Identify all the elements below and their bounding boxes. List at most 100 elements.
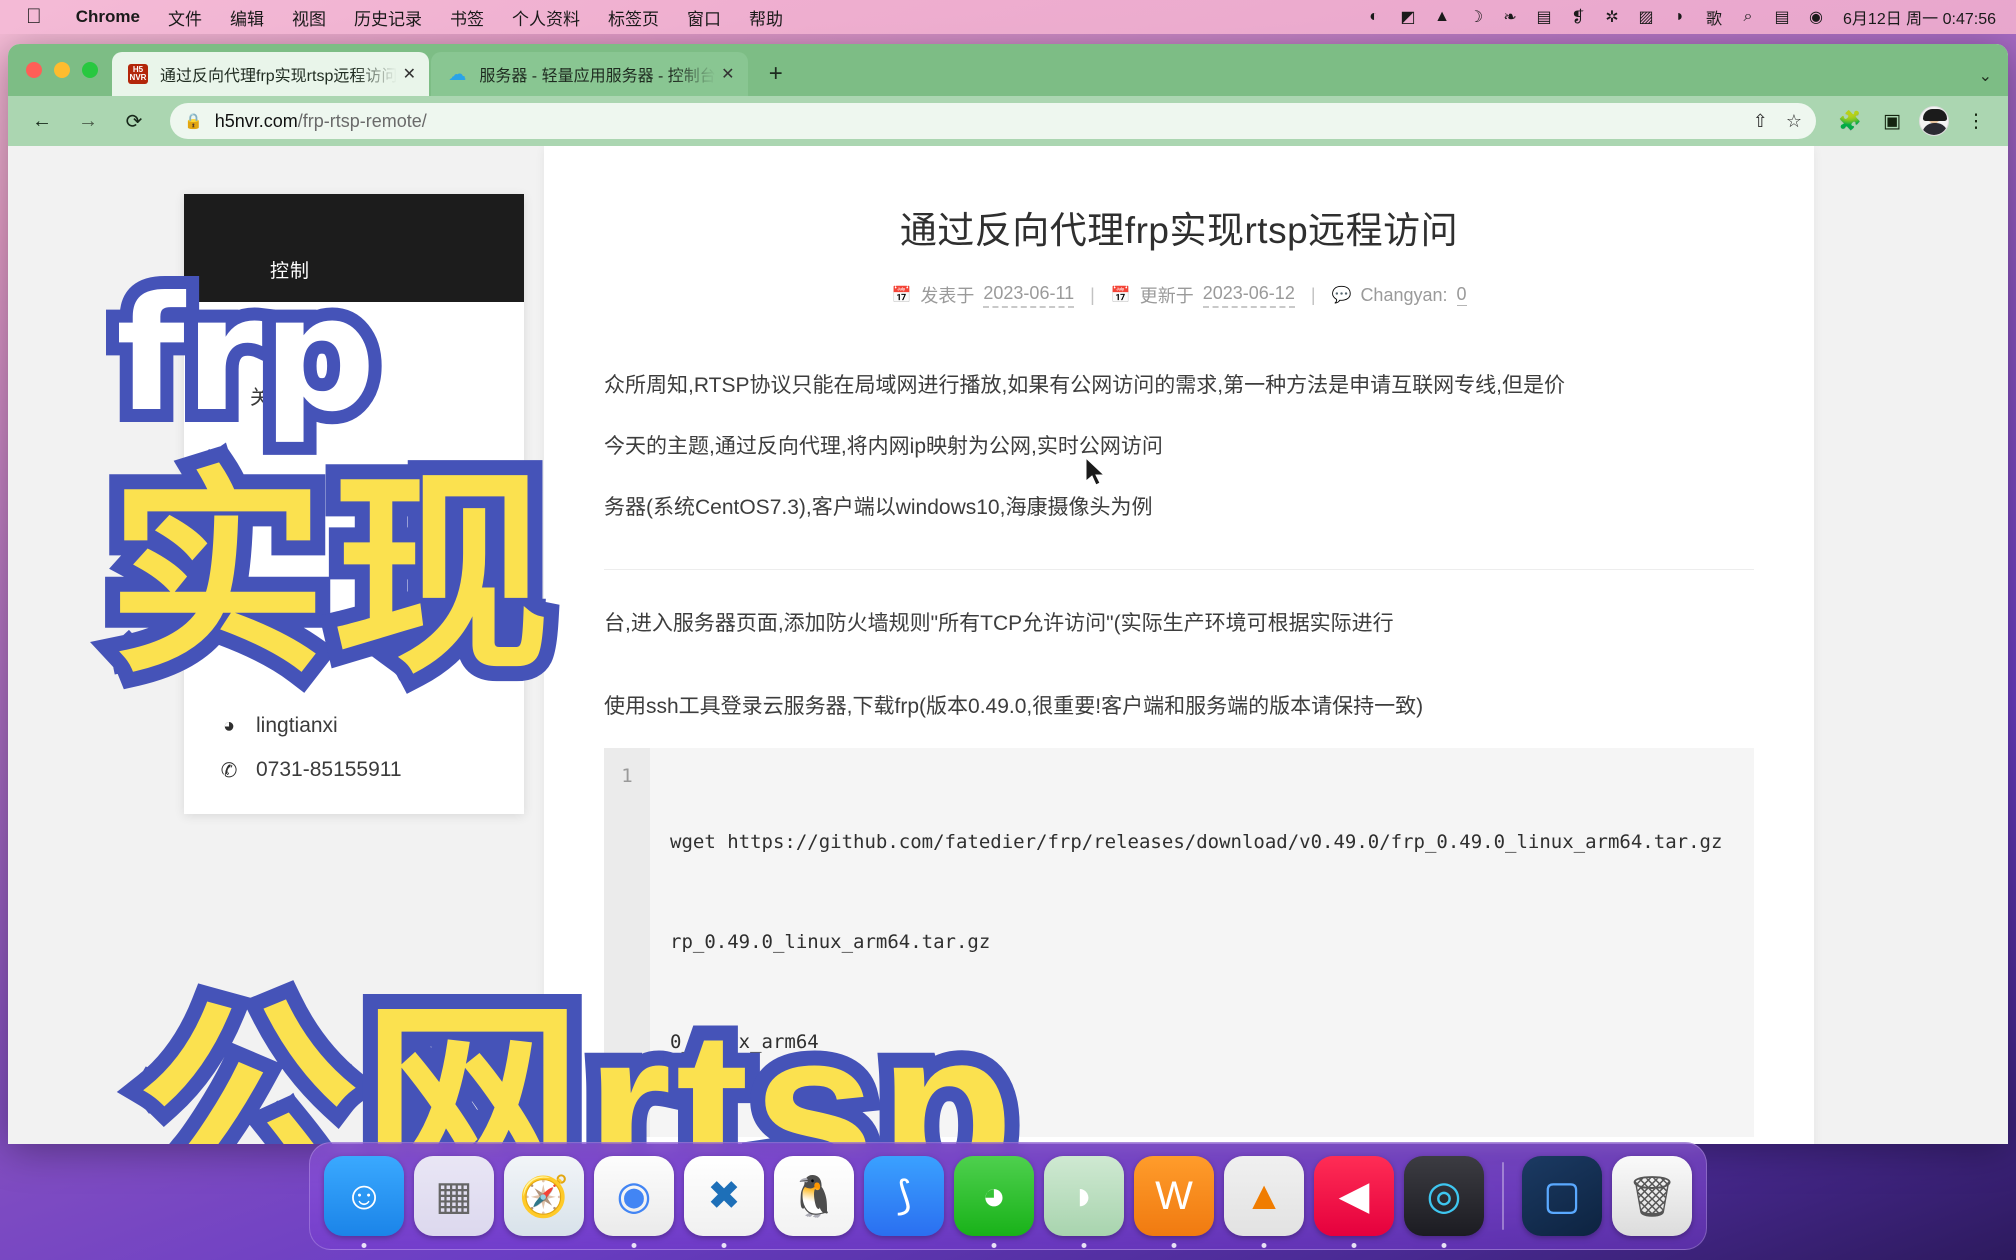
chrome-menu-icon[interactable]: ⋮	[1958, 101, 1994, 141]
extensions-icon[interactable]: 🧩	[1832, 101, 1868, 141]
meta-comments[interactable]: 💬 Changyan: 0	[1332, 284, 1467, 306]
sidebar-item-about[interactable]: ● 关于	[212, 370, 524, 420]
siri-icon[interactable]: ◉	[1799, 4, 1833, 30]
maximize-window-button[interactable]	[82, 62, 98, 78]
wechat-icon: ◕	[222, 714, 236, 737]
dock-item-vase-app[interactable]: ◗	[1044, 1156, 1124, 1248]
url-path: /frp-rtsp-remote/	[297, 110, 427, 131]
new-tab-button[interactable]: +	[758, 56, 794, 92]
dock-item-finder[interactable]: ☺	[324, 1156, 404, 1248]
menu-item-chrome[interactable]: Chrome	[62, 7, 154, 27]
feishu-icon: ⟆	[864, 1156, 944, 1236]
menu-item-view[interactable]: 视图	[278, 5, 340, 30]
menu-item-bookmarks[interactable]: 书签	[436, 5, 498, 30]
vlc-icon[interactable]: ▲	[1425, 4, 1459, 30]
running-dot	[631, 1243, 637, 1248]
dock-item-chrome[interactable]: ◉	[594, 1156, 674, 1248]
menu-item-help[interactable]: 帮助	[735, 5, 797, 30]
dock-item-qq[interactable]: 🐧	[774, 1156, 854, 1236]
address-bar[interactable]: 🔒 h5nvr.com/frp-rtsp-remote/ ⇧ ☆	[170, 103, 1816, 139]
sidebar-banner-text: 控制	[270, 261, 311, 282]
profile-avatar[interactable]	[1916, 101, 1952, 141]
menu-item-edit[interactable]: 编辑	[216, 5, 278, 30]
dock-item-windows-vm[interactable]: ▢	[1522, 1156, 1602, 1236]
browser-tab-2-title: 服务器 - 轻量应用服务器 - 控制台	[479, 68, 716, 85]
meta-updated: 📅 更新于 2023-06-12	[1111, 282, 1295, 308]
dock-item-wechat[interactable]: ◕	[954, 1156, 1034, 1248]
browser-tab-strip: H5 NVR 通过反向代理frp实现rtsp远程访问 ✕ ☁ 服务器 - 轻量应…	[8, 44, 2008, 96]
utensils-icon[interactable]: ❡	[1561, 4, 1595, 30]
dock-item-safari[interactable]: 🧭	[504, 1156, 584, 1236]
dock-item-quicktime[interactable]: ◎	[1404, 1156, 1484, 1248]
music-icon[interactable]: 歌	[1697, 4, 1731, 30]
menu-item-tabs[interactable]: 标签页	[594, 5, 673, 30]
battery-charging-icon[interactable]: ▨	[1629, 4, 1663, 30]
screen-icon[interactable]: ▤	[1527, 4, 1561, 30]
site-lock-icon[interactable]: 🔒	[184, 112, 203, 130]
dock-item-vscode[interactable]: ✖	[684, 1156, 764, 1248]
bookmark-star-icon[interactable]: ☆	[1786, 111, 1802, 132]
menu-bar-clock[interactable]: 6月12日 周一 0:47:56	[1833, 5, 2002, 29]
sublime-text-icon: W	[1134, 1156, 1214, 1236]
wechat-icon[interactable]: ❧	[1493, 4, 1527, 30]
meta-published-date: 2023-06-11	[983, 283, 1075, 308]
dock-item-mail[interactable]: ◀	[1314, 1156, 1394, 1248]
article-paragraph-1: 众所周知,RTSP协议只能在局域网进行播放,如果有公网访问的需求,第一种方法是申…	[604, 374, 1565, 397]
article-paragraph-4: 台,进入服务器页面,添加防火墙规则"所有TCP允许访问"(实际生产环境可根据实际…	[604, 611, 1394, 635]
close-tab-1-icon[interactable]: ✕	[397, 62, 421, 86]
back-button[interactable]: ←	[22, 101, 62, 141]
browser-tab-1[interactable]: H5 NVR 通过反向代理frp实现rtsp远程访问 ✕	[112, 52, 430, 96]
dock-item-feishu[interactable]: ⟆	[864, 1156, 944, 1236]
mac-dock: ☺ ▦ 🧭 ◉ ✖ 🐧 ⟆ ◕ ◗ W ▲ ◀ ◎ ▢ 🗑	[309, 1142, 1707, 1250]
dock-item-vlc[interactable]: ▲	[1224, 1156, 1304, 1248]
dock-item-launchpad[interactable]: ▦	[414, 1156, 494, 1236]
browser-tab-2[interactable]: ☁ 服务器 - 轻量应用服务器 - 控制台 ✕	[431, 52, 748, 96]
sidebar-item-home[interactable]: ⌂ 首页	[212, 320, 524, 370]
contact-phone-label: 0731-85155911	[256, 758, 402, 781]
code-content: wget https://github.com/fatedier/frp/rel…	[650, 748, 1722, 1138]
forward-button[interactable]: →	[68, 101, 108, 141]
tab-search-chevron-icon[interactable]: ⌄	[1979, 66, 1992, 86]
meta-comment-label: Changyan:	[1360, 284, 1448, 305]
code-block[interactable]: 1 wget https://github.com/fatedier/frp/r…	[604, 747, 1754, 1138]
dock-item-trash[interactable]: 🗑	[1612, 1156, 1692, 1236]
wifi-icon[interactable]: ◗	[1663, 4, 1697, 30]
favicon-bottom-text: NVR	[129, 73, 147, 82]
article-paragraph-2: 今天的主题,通过反向代理,将内网ip映射为公网,实时公网访问	[604, 434, 1163, 458]
contact-wechat-label: lingtianxi	[256, 714, 338, 737]
menu-item-profiles[interactable]: 个人资料	[498, 5, 594, 30]
article-spacer-1	[604, 665, 1754, 687]
running-dot	[1171, 1243, 1177, 1248]
kuaishou-icon[interactable]: ◩	[1391, 4, 1425, 30]
reload-button[interactable]: ⟳	[114, 101, 154, 141]
feishu-icon[interactable]: ☽	[1459, 4, 1493, 30]
running-dot	[721, 1243, 727, 1248]
menu-item-history[interactable]: 历史记录	[340, 5, 436, 30]
menu-item-file[interactable]: 文件	[154, 5, 216, 30]
side-panel-icon[interactable]: ▣	[1874, 101, 1910, 141]
menu-item-window[interactable]: 窗口	[673, 5, 735, 30]
contact-phone[interactable]: ✆ 0731-85155911	[216, 748, 492, 792]
dock-separator	[1502, 1162, 1504, 1230]
onedrive-icon[interactable]: ◐	[1357, 4, 1391, 30]
minimize-window-button[interactable]	[54, 62, 70, 78]
window-traffic-lights	[26, 62, 98, 78]
running-dot	[1081, 1243, 1087, 1248]
meta-published-label: 发表于	[920, 286, 975, 306]
search-icon[interactable]: ⌕	[1731, 4, 1765, 30]
contact-wechat[interactable]: ◕ lingtianxi	[216, 704, 492, 748]
code-line-number: 1	[604, 747, 650, 1138]
apple-menu-icon[interactable]: 	[0, 6, 62, 27]
meta-separator-2: |	[1310, 284, 1316, 305]
close-window-button[interactable]	[26, 62, 42, 78]
qq-icon: 🐧	[774, 1156, 854, 1236]
running-dot	[1261, 1243, 1267, 1248]
dock-item-sublime[interactable]: W	[1134, 1156, 1214, 1248]
web-page-viewport: 控制 ⌂ 首页 ● 关于 概览 ◕ lingtianxi ✆ 0731-8515…	[8, 146, 2008, 1144]
share-icon[interactable]: ⇧	[1753, 111, 1768, 132]
bluetooth-icon[interactable]: ✲	[1595, 4, 1629, 30]
running-dot	[361, 1243, 367, 1248]
vs-code-icon: ✖	[684, 1156, 764, 1236]
close-tab-2-icon[interactable]: ✕	[716, 62, 740, 86]
control-center-icon[interactable]: ▤	[1765, 4, 1799, 30]
